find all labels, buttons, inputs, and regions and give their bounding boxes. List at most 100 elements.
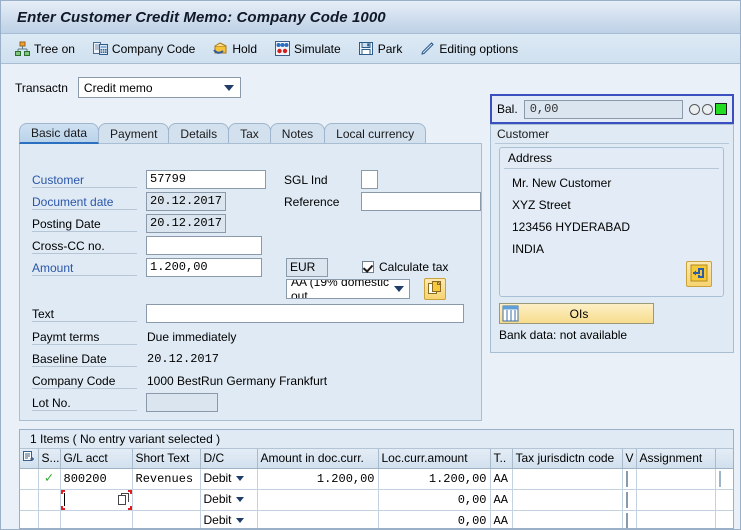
simulate-button[interactable]: Simulate xyxy=(267,38,349,60)
col-loc-curr-amount[interactable]: Loc.curr.amount xyxy=(378,449,491,469)
table-row[interactable]: ✓ 800200 Revenues Debit 1.200,00 1.200,0… xyxy=(20,468,733,490)
posting-date-input[interactable]: 20.12.2017 xyxy=(146,214,226,233)
cell-dc[interactable]: Debit xyxy=(200,468,258,490)
customer-info-panel: Customer Address Mr. New Customer XYZ St… xyxy=(490,124,734,353)
tax-code-value: AA (19% domestic out… xyxy=(291,279,390,299)
col-tax-jurisdictn-code[interactable]: Tax jurisdictn code xyxy=(512,449,623,469)
cell-tax-jurisdictn[interactable] xyxy=(512,468,623,490)
row-status-cell[interactable]: ✓ xyxy=(38,468,61,490)
company-code-button[interactable]: Company Code xyxy=(85,38,203,60)
traffic-light-yellow xyxy=(702,103,713,115)
col-status[interactable]: S... xyxy=(38,449,61,469)
cell-tax[interactable]: AA xyxy=(490,468,513,490)
row-status-cell[interactable] xyxy=(38,510,61,528)
cross-cc-no-label: Cross-CC no. xyxy=(32,239,137,254)
table-row[interactable]: Debit 0,00 AA xyxy=(20,510,733,528)
editing-options-button[interactable]: Editing options xyxy=(412,38,526,60)
open-items-button[interactable]: OIs xyxy=(499,303,654,324)
park-button[interactable]: Park xyxy=(351,38,411,60)
row-status-cell[interactable] xyxy=(38,489,61,511)
table-menu-icon xyxy=(23,451,35,465)
table-row[interactable]: Debit 0,00 AA xyxy=(20,488,733,511)
address-line-3: 123456 HYDERABAD xyxy=(512,220,631,234)
checkbox-icon xyxy=(362,261,374,273)
currency-input[interactable]: EUR xyxy=(286,258,328,277)
col-amount-doc-curr[interactable]: Amount in doc.curr. xyxy=(257,449,379,469)
col-dc[interactable]: D/C xyxy=(200,449,258,469)
posting-date-label: Posting Date xyxy=(32,217,137,232)
cell-amount-loc: 0,00 xyxy=(378,489,491,511)
col-tax[interactable]: T.. xyxy=(490,449,513,469)
items-table-caption: 1 Items ( No entry variant selected ) xyxy=(20,430,733,449)
cell-dc[interactable]: Debit xyxy=(200,510,258,528)
transaction-select[interactable]: Credit memo xyxy=(77,77,241,98)
tab-payment[interactable]: Payment xyxy=(98,123,170,144)
amount-input[interactable]: 1.200,00 xyxy=(146,258,262,277)
tab-basic-data[interactable]: Basic data xyxy=(19,123,100,144)
col-v[interactable]: V xyxy=(622,449,637,469)
text-caret xyxy=(63,492,65,506)
tab-tax-label: Tax xyxy=(240,127,259,141)
cell-v[interactable] xyxy=(622,510,637,528)
cell-tax-jurisdictn[interactable] xyxy=(512,489,623,511)
scrollbar-thumb[interactable] xyxy=(718,470,721,487)
col-assignment[interactable]: Assignment xyxy=(636,449,716,469)
sgl-ind-input[interactable] xyxy=(361,170,378,189)
tab-notes[interactable]: Notes xyxy=(269,123,326,144)
cell-v[interactable] xyxy=(622,489,637,511)
scroll-cell[interactable] xyxy=(715,489,733,511)
traffic-light-icon xyxy=(689,103,727,115)
sap-transaction-window: Enter Customer Credit Memo: Company Code… xyxy=(0,0,741,530)
reference-input[interactable] xyxy=(361,192,481,211)
tab-tax[interactable]: Tax xyxy=(228,123,271,144)
cell-assignment[interactable] xyxy=(636,468,716,490)
cell-gl-acct[interactable] xyxy=(60,510,133,528)
cell-tax-jurisdictn[interactable] xyxy=(512,510,623,528)
tabstrip: Basic data Payment Details Tax Notes Loc… xyxy=(19,123,482,144)
cell-tax[interactable]: AA xyxy=(490,489,513,511)
tab-basic-data-label: Basic data xyxy=(31,126,88,140)
col-select-all[interactable] xyxy=(20,449,39,469)
reference-label: Reference xyxy=(284,195,340,209)
text-input[interactable] xyxy=(146,304,464,323)
transaction-value: Credit memo xyxy=(83,80,153,95)
cell-gl-acct[interactable]: 800200 xyxy=(60,468,133,490)
customer-input[interactable]: 57799 xyxy=(146,170,266,189)
cell-dc[interactable]: Debit xyxy=(200,489,258,511)
hold-button[interactable]: Hold xyxy=(205,38,265,60)
paymt-terms-label: Paymt terms xyxy=(32,330,137,345)
company-code-value: 1000 BestRun Germany Frankfurt xyxy=(147,374,328,388)
address-detail-button[interactable] xyxy=(686,261,712,287)
tree-on-button[interactable]: Tree on xyxy=(7,38,83,60)
tab-details-label: Details xyxy=(180,127,218,141)
tab-details[interactable]: Details xyxy=(168,123,230,144)
col-gl-acct[interactable]: G/L acct xyxy=(60,449,133,469)
cell-amount-doc[interactable] xyxy=(257,510,379,528)
tax-detail-icon xyxy=(428,279,442,298)
row-handle[interactable] xyxy=(20,468,39,490)
open-items-label: OIs xyxy=(569,306,589,321)
items-table-panel: 1 Items ( No entry variant selected ) S.… xyxy=(19,429,734,529)
scroll-cell[interactable] xyxy=(715,468,733,490)
tax-detail-button[interactable] xyxy=(424,278,446,300)
scroll-cell[interactable] xyxy=(715,510,733,528)
editing-options-label: Editing options xyxy=(439,41,519,56)
cell-gl-acct[interactable] xyxy=(59,488,133,511)
calculate-tax-checkbox[interactable]: Calculate tax xyxy=(362,260,448,274)
row-handle[interactable] xyxy=(20,489,39,511)
cell-v[interactable] xyxy=(622,468,637,490)
customer-label: Customer xyxy=(32,173,137,188)
lot-no-input[interactable] xyxy=(146,393,218,412)
col-short-text[interactable]: Short Text xyxy=(132,449,201,469)
cell-amount-doc[interactable] xyxy=(257,489,379,511)
cell-amount-doc[interactable]: 1.200,00 xyxy=(257,468,379,490)
cell-assignment[interactable] xyxy=(636,489,716,511)
tab-local-currency[interactable]: Local currency xyxy=(324,123,427,144)
amount-label: Amount xyxy=(32,261,137,276)
row-handle[interactable] xyxy=(20,510,39,528)
document-date-input[interactable]: 20.12.2017 xyxy=(146,192,226,211)
tax-code-select[interactable]: AA (19% domestic out… xyxy=(286,279,410,299)
cell-tax[interactable]: AA xyxy=(490,510,513,528)
cell-assignment[interactable] xyxy=(636,510,716,528)
cross-cc-no-input[interactable] xyxy=(146,236,262,255)
